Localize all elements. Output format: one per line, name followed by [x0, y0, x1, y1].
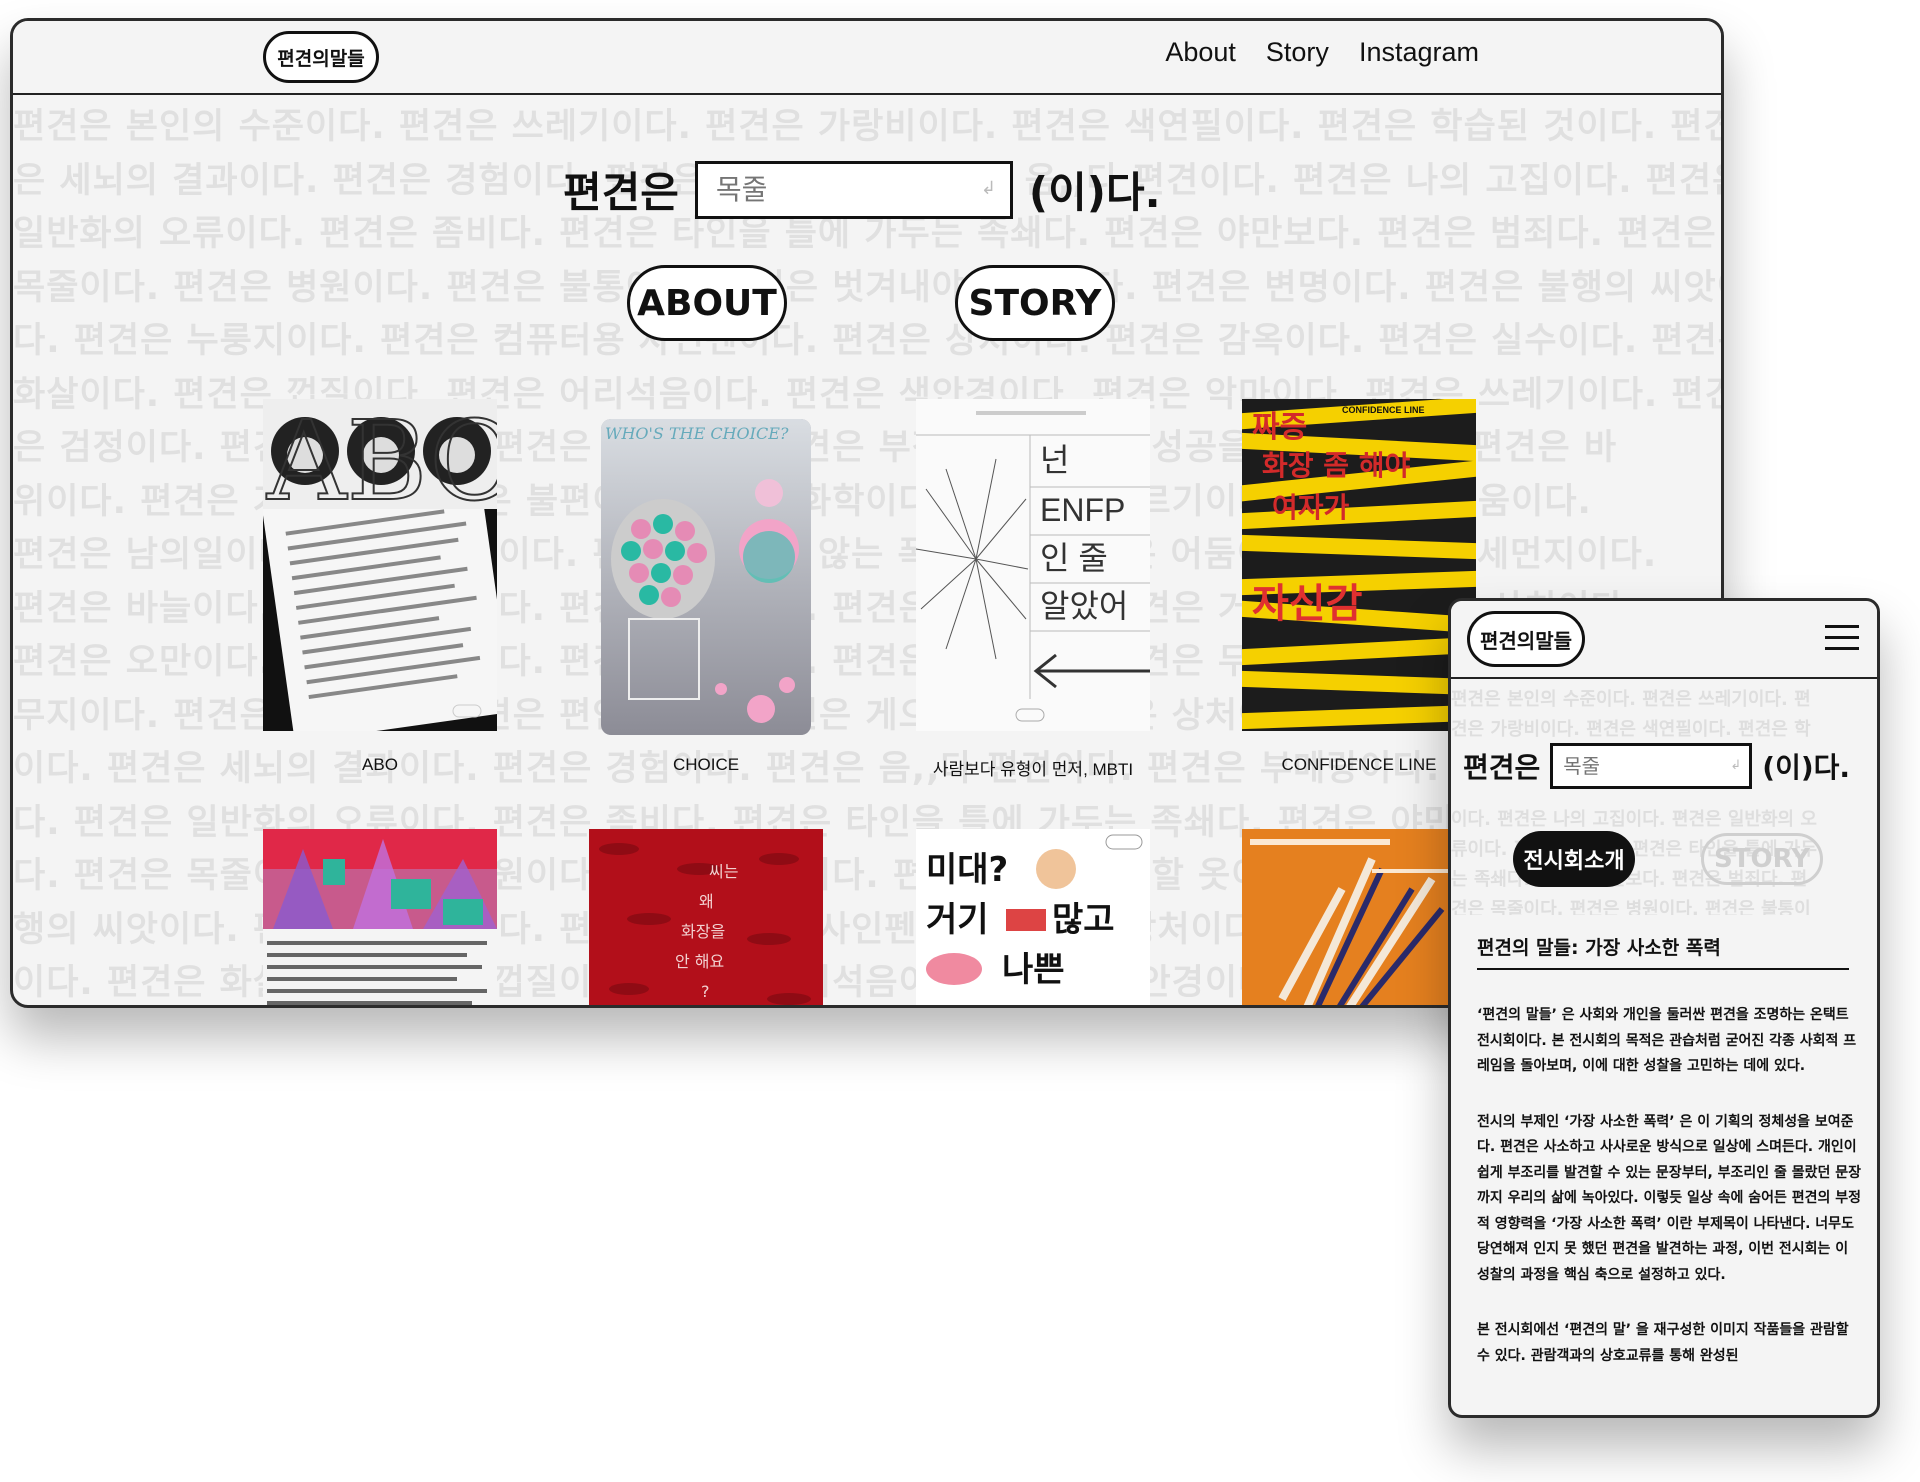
poster-row2-3-image: 미대? 거기 많고 나쁜 — [916, 829, 1150, 1005]
svg-text:ABO: ABO — [266, 399, 497, 525]
poster-card-row2-3[interactable]: 미대? 거기 많고 나쁜 — [916, 829, 1150, 1005]
desktop-nav: About Story Instagram — [1165, 37, 1479, 68]
exhibit-description: ‘편견의 말들’ 은 사회와 개인을 둘러싼 편견을 조명하는 온택트 전시회이… — [1477, 1003, 1863, 1399]
poster-row2-2-image: 씨는 왜 화장을 안 해요 ? — [589, 829, 823, 1005]
red-poster-line-4: 안 해요 — [675, 952, 724, 971]
mobile-enter-icon: ↲ — [1730, 758, 1742, 773]
description-paragraph-2: 전시의 부제인 ‘가장 사소한 폭력’ 은 이 기획의 정체성을 보여준다. 편… — [1477, 1113, 1862, 1283]
mobile-logo[interactable]: 편견의말들 — [1467, 611, 1585, 667]
nav-about[interactable]: About — [1165, 37, 1236, 68]
logo[interactable]: 편견의말들 — [263, 31, 379, 83]
poster-card-abo[interactable]: ABO — [263, 399, 497, 731]
mobile-logo-text: 편견의말들 — [1480, 628, 1572, 653]
exhibit-intro-button[interactable]: 전시회소개 — [1513, 831, 1635, 887]
confidence-word-4: 자신감 — [1252, 581, 1363, 627]
red-poster-line-5: ? — [701, 982, 710, 1001]
mobile-background-text-line: 편견은 본인의 수준이다. 편견은 쓰레기이다. 편 — [1451, 689, 1811, 710]
card-label-abo: ABO — [362, 755, 398, 774]
description-paragraph-3: 본 전시회에선 ‘편견의 말’ 을 재구성한 이미지 작품들을 관람할 수 있다… — [1477, 1322, 1849, 1364]
hamburger-menu-icon[interactable] — [1825, 625, 1859, 651]
mobile-header: 편견의말들 — [1451, 601, 1877, 679]
desktop-header: 편견의말들 About Story Instagram — [13, 21, 1721, 95]
confidence-tape-text: CONFIDENCE LINE — [1342, 405, 1425, 415]
mobile-search-prefix: 편견은 — [1463, 751, 1541, 784]
story-button[interactable]: STORY — [955, 265, 1115, 341]
confidence-poster-art: 짜증 화장 좀 해야 여자가 자신감 CONFIDENCE LINE — [1242, 399, 1476, 731]
logo-text: 편견의말들 — [277, 47, 365, 70]
poster-card-mbti[interactable]: 넌 ENFP 인 줄 알았어 — [916, 399, 1150, 731]
poster-card-row2-4[interactable] — [1242, 829, 1476, 1005]
mobile-search-suffix: (이)다. — [1762, 751, 1851, 784]
meme-line-2: 거기 — [926, 900, 989, 940]
poster-abo-image: ABO — [263, 399, 497, 731]
mobile-background-text-line: 이다. 편견은 나의 고집이다. 편견은 일반화의 오 — [1451, 809, 1817, 830]
poster-choice-image: WHO'S THE CHOICE? — [601, 419, 811, 735]
confidence-word-2: 화장 좀 해야 — [1262, 449, 1411, 482]
mobile-frame: 편견은 본인의 수준이다. 편견은 쓰레기이다. 편견은 가랑비이다. 편견은 … — [1448, 598, 1880, 1418]
red-poster-line-3: 화장을 — [681, 922, 725, 941]
mbti-line-4: 알았어 — [1040, 588, 1128, 624]
mobile-background-text: 편견은 본인의 수준이다. 편견은 쓰레기이다. 편견은 가랑비이다. 편견은 … — [1451, 685, 1877, 915]
search-box: ↲ — [694, 160, 1013, 219]
choice-poster-art: WHO'S THE CHOICE? — [601, 419, 811, 735]
poster-card-choice[interactable]: WHO'S THE CHOICE? — [601, 419, 811, 735]
mbti-poster-art: 넌 ENFP 인 줄 알았어 — [916, 399, 1150, 731]
mbti-line-1: 넌 — [1040, 442, 1069, 478]
poster-card-row2-1[interactable] — [263, 829, 497, 1005]
mobile-background-text-line: 견은 목줄이다. 편견은 병원이다. 편견은 불통이 — [1451, 899, 1811, 915]
card-label-choice: CHOICE — [672, 755, 740, 774]
confidence-word-1: 짜증 — [1252, 410, 1307, 445]
about-button[interactable]: ABOUT — [627, 265, 787, 341]
abo-poster-art: ABO — [263, 399, 497, 731]
poster-row2-4-image — [1242, 829, 1476, 1005]
red-poster-line-1: 씨는 — [709, 862, 738, 881]
poster-card-row2-2[interactable]: 씨는 왜 화장을 안 해요 ? — [589, 829, 823, 1005]
search-prefix: 편견은 — [563, 168, 679, 217]
background-text-line: 편견은 본인의 수준이다. 편견은 쓰레기이다. 편견은 가랑비이다. 편견은 … — [13, 107, 1721, 147]
desktop-search-row: 편견은 ↲ (이)다. — [563, 159, 1161, 220]
mbti-line-3: 인 줄 — [1040, 540, 1108, 576]
background-text-line: 목줄이다. 편견은 병원이다. 편견은 불통이다. 편견은 벗겨내야 할 옷이다… — [13, 267, 1721, 308]
nav-story[interactable]: Story — [1266, 37, 1329, 68]
meme-line-1: 미대? — [926, 850, 1008, 890]
mobile-search-row: 편견은 ↲ (이)다. — [1463, 743, 1850, 789]
card-label-mbti: 사람보다 유형이 먼저, MBTI — [932, 760, 1134, 779]
mobile-background-text-line: 견은 가랑비이다. 편견은 색연필이다. 편견은 학 — [1451, 719, 1811, 740]
poster-mbti-image: 넌 ENFP 인 줄 알았어 — [916, 399, 1150, 731]
meme-poster-art: 미대? 거기 많고 나쁜 — [916, 829, 1150, 1005]
choice-top-text: WHO'S THE CHOICE? — [605, 424, 789, 443]
meme-line-3: 많고 — [1052, 900, 1115, 940]
red-poster-art: 씨는 왜 화장을 안 해요 ? — [589, 829, 823, 1005]
mobile-search-box: ↲ — [1550, 743, 1753, 789]
background-text-line: 다. 편견은 누룽지이다. 편견은 컴퓨터용 사인펜이다. 편견은 상처이다. … — [13, 321, 1721, 361]
mobile-search-input[interactable] — [1553, 746, 1750, 786]
orange-poster-art — [1242, 829, 1476, 1005]
poster-confidence-image: 짜증 화장 좀 해야 여자가 자신감 CONFIDENCE LINE — [1242, 399, 1476, 731]
poster-card-confidence[interactable]: 짜증 화장 좀 해야 여자가 자신감 CONFIDENCE LINE — [1242, 399, 1476, 731]
confidence-word-3: 여자가 — [1272, 491, 1350, 524]
exhibit-title: 편견의 말들: 가장 사소한 폭력 — [1477, 933, 1849, 970]
search-input[interactable] — [697, 163, 1010, 216]
meme-line-4: 나쁜 — [1002, 950, 1065, 990]
poster-row2-1-image — [263, 829, 497, 1005]
nav-instagram[interactable]: Instagram — [1359, 37, 1479, 68]
enter-icon: ↲ — [980, 177, 996, 199]
red-poster-line-2: 왜 — [699, 892, 714, 911]
description-paragraph-1: ‘편견의 말들’ 은 사회와 개인을 둘러싼 편견을 조명하는 온택트 전시회이… — [1477, 1007, 1857, 1074]
search-suffix: (이)다. — [1028, 168, 1161, 217]
mobile-story-button[interactable]: STORY — [1701, 833, 1823, 885]
glitch-poster-art — [263, 829, 497, 1005]
mbti-line-2: ENFP — [1040, 492, 1125, 528]
